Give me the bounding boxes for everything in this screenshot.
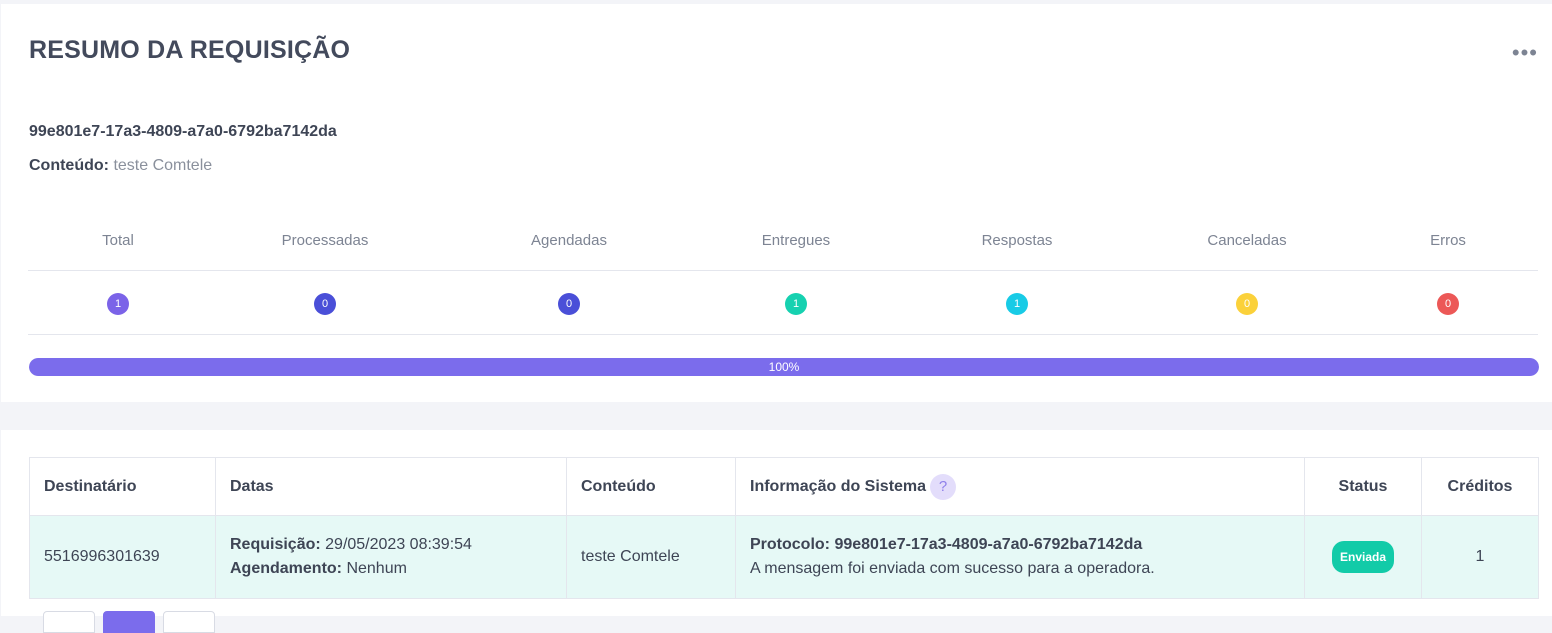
header-system-info[interactable]: Informação do Sistema? — [735, 457, 1305, 516]
stat-badge-replies: 1 — [1006, 293, 1028, 315]
page-title: RESUMO DA REQUISIÇÃO — [29, 36, 351, 64]
stats-labels-row: Total Processadas Agendadas Entregues Re… — [28, 210, 1538, 271]
stat-badge-errors: 0 — [1437, 293, 1459, 315]
header-content[interactable]: Conteúdo — [566, 457, 736, 516]
progress-fill: 100% — [29, 358, 1539, 376]
content-summary: Conteúdo: teste Comtele — [29, 157, 212, 175]
header-system-info-label: Informação do Sistema — [750, 477, 927, 495]
content-label: Conteúdo: — [29, 157, 109, 174]
pagination — [43, 611, 215, 633]
cell-content: teste Comtele — [566, 515, 736, 599]
schedule-line: Agendamento: Nenhum — [230, 557, 552, 581]
header-status[interactable]: Status — [1304, 457, 1422, 516]
stat-badge-processed: 0 — [314, 293, 336, 315]
stat-badge-scheduled: 0 — [558, 293, 580, 315]
page-button-current[interactable] — [103, 611, 155, 633]
cell-system-info: Protocolo: 99e801e7-17a3-4809-a7a0-6792b… — [735, 515, 1305, 599]
request-summary-card: RESUMO DA REQUISIÇÃO ••• 99e801e7-17a3-4… — [1, 4, 1552, 402]
messages-list-card: Destinatário Datas Conteúdo Informação d… — [1, 430, 1552, 633]
cell-status: Enviada — [1304, 515, 1422, 599]
table-header-row: Destinatário Datas Conteúdo Informação d… — [29, 457, 1539, 516]
stat-badge-delivered: 1 — [785, 293, 807, 315]
page-button-next[interactable] — [163, 611, 215, 633]
help-icon[interactable]: ? — [930, 473, 957, 500]
stat-label-total: Total — [102, 232, 134, 249]
status-badge: Enviada — [1331, 541, 1395, 573]
header-recipient[interactable]: Destinatário — [29, 457, 216, 516]
stat-label-delivered: Entregues — [761, 232, 831, 249]
cell-recipient: 5516996301639 — [29, 515, 216, 599]
page-button-previous[interactable] — [43, 611, 95, 633]
stat-label-processed: Processadas — [281, 232, 369, 249]
messages-table: Destinatário Datas Conteúdo Informação d… — [29, 457, 1539, 599]
schedule-value: Nenhum — [346, 560, 407, 577]
stats-values-row: 1 0 0 1 1 0 0 — [28, 271, 1538, 335]
request-date-value: 29/05/2023 08:39:54 — [325, 536, 472, 553]
cell-credits: 1 — [1421, 515, 1539, 599]
protocol-label: Protocolo: — [750, 536, 830, 553]
content-value: teste Comtele — [113, 157, 213, 174]
schedule-label: Agendamento: — [230, 560, 342, 577]
stat-badge-total: 1 — [107, 293, 129, 315]
system-message: A mensagem foi enviada com sucesso para … — [750, 560, 1155, 577]
cell-dates: Requisição: 29/05/2023 08:39:54 Agendame… — [215, 515, 567, 599]
protocol-value: 99e801e7-17a3-4809-a7a0-6792ba7142da — [834, 536, 1143, 553]
header-credits[interactable]: Créditos — [1421, 457, 1539, 516]
stats-table: Total Processadas Agendadas Entregues Re… — [28, 210, 1538, 335]
stat-label-errors: Erros — [1430, 232, 1466, 249]
request-date-label: Requisição: — [230, 536, 321, 553]
progress-bar: 100% — [29, 358, 1539, 376]
request-id: 99e801e7-17a3-4809-a7a0-6792ba7142da — [29, 123, 337, 140]
stat-label-scheduled: Agendadas — [531, 232, 607, 249]
stat-badge-cancelled: 0 — [1236, 293, 1258, 315]
table-row[interactable]: 5516996301639 Requisição: 29/05/2023 08:… — [29, 515, 1539, 599]
stat-label-cancelled: Canceladas — [1207, 232, 1287, 249]
request-date-line: Requisição: 29/05/2023 08:39:54 — [230, 533, 552, 557]
stat-label-replies: Respostas — [981, 232, 1053, 249]
more-options-icon[interactable]: ••• — [1512, 40, 1538, 66]
protocol-line: Protocolo: 99e801e7-17a3-4809-a7a0-6792b… — [750, 533, 1290, 557]
header-dates[interactable]: Datas — [215, 457, 567, 516]
